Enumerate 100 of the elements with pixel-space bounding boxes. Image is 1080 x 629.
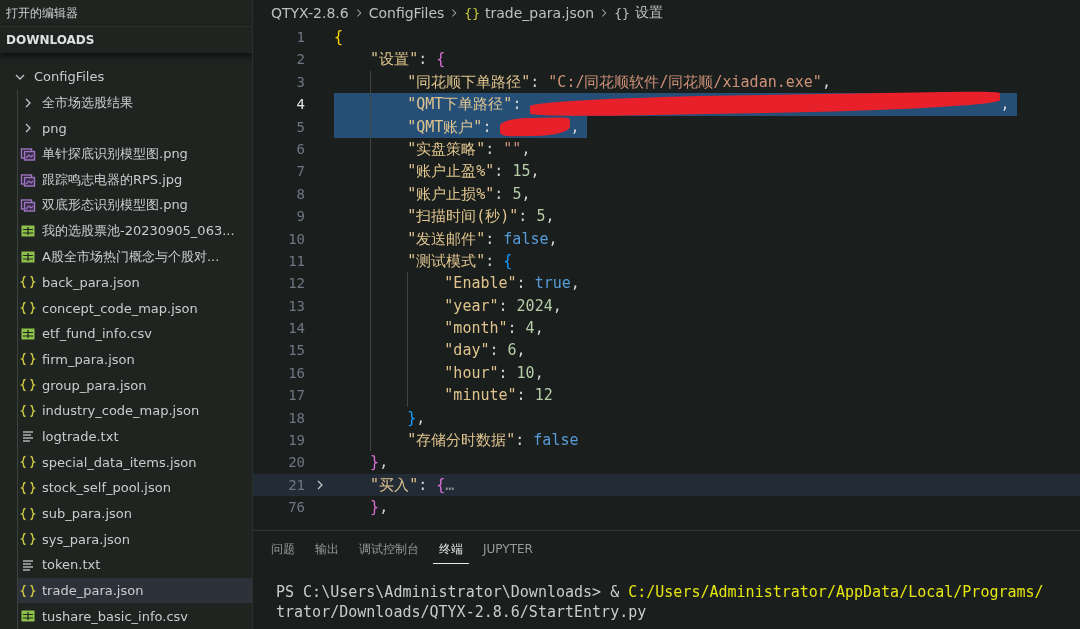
file-row[interactable]: stock_self_pool.json (18, 475, 252, 501)
code-token: false (503, 228, 549, 250)
breadcrumb-item[interactable]: trade_para.json (485, 5, 595, 21)
breadcrumb-item[interactable]: 设置 (634, 4, 663, 22)
open-editors-header[interactable]: 打开的编辑器 (0, 0, 252, 26)
code-token: 6 (507, 340, 517, 362)
code-token: , (548, 228, 558, 250)
line-number: 13 (287, 296, 305, 316)
file-row[interactable]: png (18, 115, 252, 142)
line-number: 15 (287, 341, 305, 361)
code-token: "发送邮件" (407, 228, 486, 250)
image-file-icon (20, 145, 36, 162)
code-token: : (489, 340, 500, 362)
code-token: { (436, 49, 446, 71)
code-token: , (552, 295, 562, 317)
file-row[interactable]: firm_para.json (18, 346, 252, 373)
code-token: : (516, 273, 527, 295)
file-row[interactable]: 跟踪鸣志电器的RPS.jpg (18, 166, 252, 193)
folder-row[interactable]: ConfigFiles (0, 64, 252, 90)
file-row[interactable]: sys_para.json (18, 526, 252, 553)
code-token: 5 (536, 206, 546, 228)
code-token: "day" (444, 340, 490, 362)
panel-tab[interactable]: 输出 (309, 536, 345, 564)
braces-icon (20, 505, 36, 522)
table-file-icon (20, 608, 36, 625)
code-token: 4 (525, 318, 535, 340)
panel-tab[interactable]: 问题 (265, 536, 301, 564)
code-token: : (482, 116, 493, 138)
code-token: : (515, 430, 526, 452)
code-token: 2024 (516, 295, 553, 317)
code-token: true (534, 273, 571, 295)
braces-icon (20, 479, 36, 496)
code-token: "扫描时间(秒)" (407, 206, 519, 228)
code-token: } (407, 407, 417, 429)
code-token: , (545, 206, 555, 228)
panel-tab[interactable]: 调试控制台 (353, 536, 425, 564)
line-number: 19 (287, 431, 305, 451)
braces-icon (20, 582, 36, 599)
downloads-section-header[interactable]: DOWNLOADS (0, 26, 252, 53)
image-file-icon (20, 197, 36, 214)
line-number: 18 (287, 408, 305, 428)
code-token: : (530, 71, 541, 93)
code-token: , (534, 362, 544, 384)
code-token: : (498, 362, 509, 384)
code-token: { (436, 474, 446, 496)
code-token: : (485, 228, 496, 250)
file-row[interactable]: back_para.json (18, 269, 252, 296)
file-row[interactable]: special_data_items.json (18, 449, 252, 475)
line-number: 8 (295, 184, 305, 204)
line-number: 11 (287, 251, 305, 271)
file-row[interactable]: 我的选股票池-20230905_063... (18, 218, 252, 244)
code-token: false (533, 430, 579, 452)
file-row[interactable]: tushare_basic_info.csv (18, 603, 252, 629)
code-token: "minute" (444, 385, 517, 407)
file-row[interactable]: trade_para.json (18, 577, 252, 604)
line-number: 3 (295, 72, 305, 92)
code-token: , (530, 161, 540, 183)
braces-icon (20, 454, 36, 471)
code-token: "QMT下单路径" (407, 94, 513, 116)
file-row[interactable]: concept_code_map.json (18, 295, 252, 321)
file-row[interactable]: token.txt (18, 552, 252, 578)
file-row[interactable]: etf_fund_info.csv (18, 320, 252, 347)
code-token: "month" (444, 318, 508, 340)
code-token: : (494, 183, 505, 205)
line-number: 10 (287, 229, 305, 249)
code-token: , (521, 138, 531, 160)
code-token: } (370, 497, 380, 519)
file-row[interactable]: 全市场选股结果 (18, 89, 252, 116)
code-token: , (570, 273, 580, 295)
code-token: "账户止损%" (407, 183, 495, 205)
panel-tab[interactable]: JUPYTER (477, 538, 539, 562)
code-token: , (521, 183, 531, 205)
panel-tab[interactable]: 终端 (433, 536, 469, 564)
file-row[interactable]: logtrade.txt (18, 423, 252, 450)
code-token: "同花顺下单路径" (407, 71, 531, 93)
terminal-text: PS C:\Users\Administrator\Downloads> & (276, 583, 621, 601)
text-file-icon (20, 428, 36, 445)
breadcrumb-item[interactable]: ConfigFiles (368, 5, 445, 21)
file-row[interactable]: industry_code_map.json (18, 397, 252, 424)
breadcrumb-item[interactable]: QTYX-2.8.6 (271, 5, 349, 21)
line-number: 6 (295, 139, 305, 159)
code-token: "存储分时数据" (407, 430, 516, 452)
braces-icon (20, 531, 36, 548)
file-row[interactable]: 双底形态识别模型图.png (18, 192, 252, 219)
code-token: "hour" (444, 362, 499, 384)
line-number: 4 (295, 95, 305, 115)
line-number: 9 (295, 207, 305, 227)
braces-icon (20, 274, 36, 291)
code-token: … (445, 474, 455, 496)
line-number: 7 (295, 162, 305, 182)
file-row[interactable]: sub_para.json (18, 500, 252, 527)
file-row[interactable]: 单针探底识别模型图.png (18, 141, 252, 167)
code-token: , (379, 497, 389, 519)
code-token: "year" (444, 295, 499, 317)
code-token: "买入" (370, 474, 419, 496)
file-row[interactable]: A股全市场热门概念与个股对... (18, 243, 252, 270)
braces-icon (20, 402, 36, 419)
file-row[interactable]: group_para.json (18, 372, 252, 398)
line-number: 1 (295, 28, 305, 47)
code-token: : (516, 385, 527, 407)
